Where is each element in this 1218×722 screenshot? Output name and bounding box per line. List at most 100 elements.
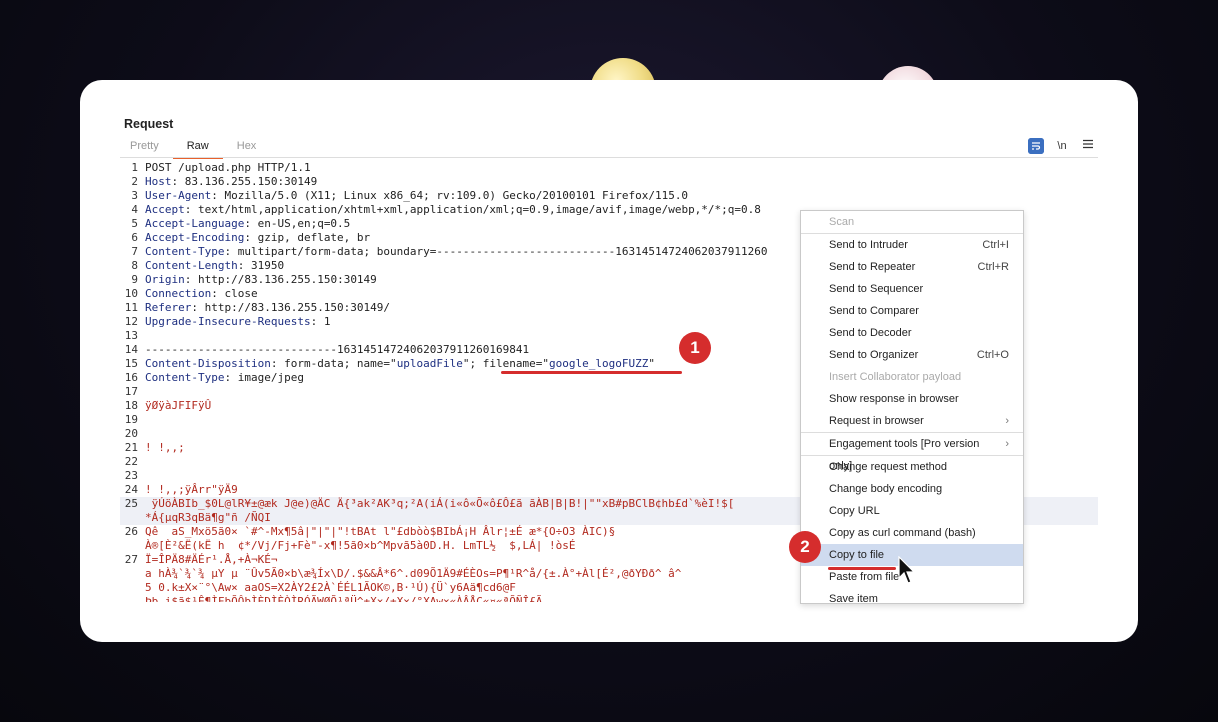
menu-item-shortcut: Ctrl+O [976,349,1009,361]
menu-item-shortcut: Ctrl+R [977,261,1009,273]
header-name: Referer [145,301,192,314]
tab-hex[interactable]: Hex [227,138,267,157]
line-content: -----------------------------16314514724… [145,343,529,357]
view-tabs: Pretty Raw Hex [120,138,267,159]
menu-item-copy-url[interactable]: Copy URL [801,500,1023,522]
menu-item-send-to-repeater[interactable]: Send to Repeater Ctrl+R [801,256,1023,278]
line-text: -----------------------------16314514724… [145,343,530,356]
line-content: Content-Type: image/jpeg [145,371,304,385]
newline-toggle-icon[interactable]: \n [1054,138,1070,154]
binary-data: ! !,,; [145,441,185,454]
chevron-right-icon: › [1005,438,1009,450]
header-name: Origin [145,273,185,286]
menu-item-label: Request in browser [829,415,924,427]
menu-item-label: Send to Decoder [829,327,912,339]
panel-title: Request [124,117,174,131]
menu-item-engagement-tools-pro-version-only[interactable]: Engagement tools [Pro version only] › [801,433,1023,472]
menu-item-send-to-decoder[interactable]: Send to Decoder [801,322,1023,344]
line-content: Qê aS_Mxö5ã0× `#^-Mx¶5â|"|"|"!tBAt l"£db… [145,525,615,553]
menu-item-label: Copy to file [829,549,885,561]
header-name: Accept-Language [145,217,245,230]
wrap-icon[interactable] [1028,138,1044,154]
line-text: google_logoFUZZ [549,357,649,370]
header-name: Connection [145,287,212,300]
menu-item-change-request-method[interactable]: Change request method [801,456,1023,478]
line-number: 11 [124,301,138,314]
menu-item-label: Save item [829,593,878,604]
menu-item-label: Copy as curl command (bash) [829,527,976,539]
menu-item-label: Engagement tools [Pro version only] [829,438,980,472]
line-text: : form-data; name=" [270,357,397,370]
menu-item-request-in-browser[interactable]: Request in browser › [801,410,1023,432]
line-content: Accept-Encoding: gzip, deflate, br [145,231,370,245]
binary-data: ÿØÿàJFIFÿÛ [145,399,212,412]
line-content: User-Agent: Mozilla/5.0 (X11; Linux x86_… [145,189,688,203]
line-number: 20 [124,427,138,440]
request-panel: Request Pretty Raw Hex \n 1 POST /upload.… [80,80,1138,642]
line-text: : 1 [310,315,331,328]
line-number: 3 [131,189,138,202]
tab-raw[interactable]: Raw [172,138,223,159]
line-number: 1 [131,161,138,174]
tab-pretty[interactable]: Pretty [120,138,169,157]
menu-item-label: Send to Repeater [829,261,916,273]
line-text: : http://83.136.255.150:30149 [184,273,377,286]
binary-data: Ï=ÎPÄ8#ÄÉr¹.Å,+À¬KÉ¬ a hÀ¾`¾`¾ µY µ ¨Ûv5… [145,553,682,602]
line-content: Content-Length: 31950 [145,259,284,273]
line-text: : en-US,en;q=0.5 [244,217,351,230]
menu-item-copy-as-curl-command-bash[interactable]: Copy as curl command (bash) [801,522,1023,544]
menu-item-send-to-sequencer[interactable]: Send to Sequencer [801,278,1023,300]
line-text: : gzip, deflate, br [244,231,371,244]
line-text: : 83.136.255.150:30149 [171,175,318,188]
line-number: 15 [124,357,138,370]
menu-item-label: Change request method [829,461,948,473]
header-name: Accept-Encoding [145,231,245,244]
menu-item-send-to-comparer[interactable]: Send to Comparer [801,300,1023,322]
line-text: : close [211,287,258,300]
menu-item-insert-collaborator-payload: Insert Collaborator payload [801,366,1023,388]
menu-item-send-to-intruder[interactable]: Send to Intruder Ctrl+I [801,234,1023,256]
line-number: 14 [124,343,138,356]
line-text: : image/jpeg [224,371,304,384]
line-text: : Mozilla/5.0 (X11; Linux x86_64; rv:109… [211,189,689,202]
line-content: Content-Disposition: form-data; name="up… [145,357,655,371]
line-text: POST /upload.php HTTP/1.1 [145,161,311,174]
menu-item-label: Send to Intruder [829,239,908,251]
line-content: ! !,,; [145,441,185,455]
menu-item-send-to-organizer[interactable]: Send to Organizer Ctrl+O [801,344,1023,366]
menu-icon[interactable] [1080,138,1096,154]
line-content: ÿÚöÀBIb_$0L@lR¥±@æk J@e)@ÄC Ä{³ak²AK³q;²… [145,497,734,525]
binary-data: ÿÚöÀBIb_$0L@lR¥±@æk J@e)@ÄC Ä{³ak²AK³q;²… [145,497,735,524]
menu-item-save-item[interactable]: Save item [801,588,1023,604]
line-number: 24 [124,483,138,496]
menu-item-label: Send to Sequencer [829,283,924,295]
filename-underline [501,371,682,374]
line-content: Accept-Language: en-US,en;q=0.5 [145,217,350,231]
header-name: Content-Length [145,259,238,272]
line-number: 4 [131,203,138,216]
tabs-divider [120,157,1098,158]
line-number: 18 [124,399,138,412]
menu-item-label: Send to Organizer [829,349,919,361]
line-number: 23 [124,469,138,482]
line-number: 19 [124,413,138,426]
chevron-right-icon: › [1005,415,1009,427]
line-number: 8 [131,259,138,272]
binary-data: Qê aS_Mxö5ã0× `#^-Mx¶5â|"|"|"!tBAt l"£db… [145,525,616,552]
menu-item-change-body-encoding[interactable]: Change body encoding [801,478,1023,500]
line-number: 2 [131,175,138,188]
line-content: Accept: text/html,application/xhtml+xml,… [145,203,761,217]
line-number: 16 [124,371,138,384]
menu-item-show-response-in-browser[interactable]: Show response in browser [801,388,1023,410]
copy-to-file-underline [828,567,896,570]
menu-item-label: Send to Comparer [829,305,919,317]
line-content: Origin: http://83.136.255.150:30149 [145,273,377,287]
line-content: Upgrade-Insecure-Requests: 1 [145,315,330,329]
request-line: 2 Host: 83.136.255.150:30149 [120,175,1098,189]
line-text: "; filename=" [462,357,550,370]
line-text: : multipart/form-data; boundary=--------… [224,245,768,258]
annotation-badge-1: 1 [679,332,711,364]
request-line: 1 POST /upload.php HTTP/1.1 [120,161,1098,175]
annotation-badge-2: 2 [789,531,821,563]
menu-item-label: Insert Collaborator payload [829,371,962,383]
